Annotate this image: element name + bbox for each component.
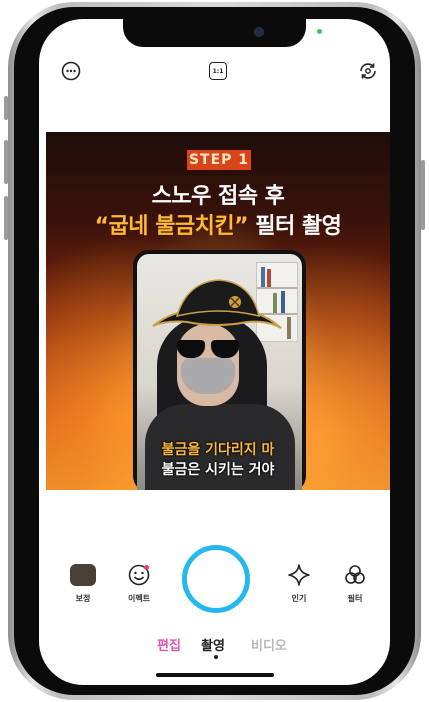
aspect-ratio-button[interactable]: 1:1 xyxy=(207,60,229,82)
tab-video[interactable]: 비디오 xyxy=(251,635,287,654)
filter-button[interactable]: 필터 xyxy=(332,561,378,604)
effect-button[interactable]: 이펙트 xyxy=(116,561,162,604)
smile-face-icon xyxy=(125,561,153,589)
headline-rest: 필터 촬영 xyxy=(248,214,342,239)
shutter-button[interactable] xyxy=(182,545,250,613)
effect-label: 이펙트 xyxy=(127,594,151,603)
mode-tabs: 편집 촬영 비디오 xyxy=(39,635,390,655)
app-screen: 1:1 STEP 1 스노우 접속 후 “굽네 불금치킨” 필터 촬영 불금을 … xyxy=(39,19,390,685)
more-circle-icon[interactable] xyxy=(60,60,82,82)
beauty-label: 보정 xyxy=(75,594,91,603)
active-mode-indicator xyxy=(214,655,218,659)
home-indicator[interactable] xyxy=(156,673,274,677)
face-mask-image xyxy=(181,358,235,394)
popular-button[interactable]: 인기 xyxy=(276,561,322,604)
step-badge: STEP 1 xyxy=(187,150,251,170)
camera-switch-icon[interactable] xyxy=(357,60,379,82)
camera-in-use-indicator xyxy=(317,29,322,34)
notch xyxy=(123,19,306,47)
volume-down-button xyxy=(4,196,8,240)
headline-line1: 스노우 접속 후 xyxy=(151,184,285,209)
volume-up-button xyxy=(4,140,8,184)
caption-line2: 불금은 시키는 거야 xyxy=(161,462,275,478)
filter-circles-icon xyxy=(341,561,369,589)
mute-switch xyxy=(4,96,8,120)
caption-line1: 불금을 기다리지 마 xyxy=(161,442,275,458)
headline-highlight: “굽네 불금치킨” xyxy=(94,214,249,239)
sparkle-icon xyxy=(285,561,313,589)
aspect-ratio-label: 1:1 xyxy=(212,67,224,75)
camera-preview[interactable]: STEP 1 스노우 접속 후 “굽네 불금치킨” 필터 촬영 불금을 기다리지… xyxy=(46,132,390,490)
filter-label: 필터 xyxy=(347,594,363,603)
tab-edit[interactable]: 편집 xyxy=(157,635,181,654)
popular-label: 인기 xyxy=(291,594,307,603)
beauty-button[interactable]: 보정 xyxy=(60,561,106,604)
sunglasses-filter xyxy=(177,340,239,358)
headline-line2: “굽네 불금치킨” 필터 촬영 xyxy=(46,208,390,240)
beauty-swatch-icon xyxy=(70,564,96,586)
tab-shoot[interactable]: 촬영 xyxy=(201,635,225,654)
pirate-hat-filter-icon xyxy=(152,279,282,329)
front-camera-icon xyxy=(254,27,264,37)
power-button xyxy=(421,160,425,230)
